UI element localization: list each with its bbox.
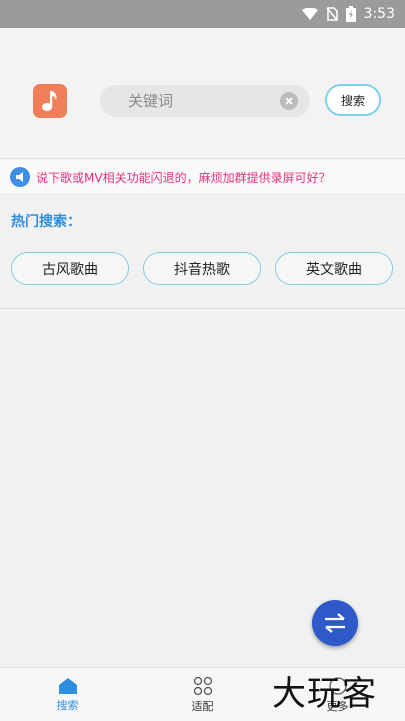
speaker-icon [10,167,30,187]
status-icons: 3:53 [301,0,395,28]
hot-chip-english[interactable]: 英文歌曲 [275,252,393,285]
notice-bar[interactable]: 说下歌或MV相关功能闪退的，麻烦加群提供录屏可好？ [0,160,405,195]
clear-button[interactable] [280,92,298,110]
watermark: 大玩客 [272,674,377,714]
hot-search-title: 热门搜索： [11,214,81,230]
nav-item-adapt[interactable]: 适配 [135,668,270,721]
header: 搜索 [0,28,405,159]
battery-charging-icon [345,6,356,22]
nav-label: 搜索 [56,698,79,712]
nav-label: 适配 [191,699,214,713]
no-sim-icon [325,7,338,21]
close-icon [285,97,293,105]
nav-item-search[interactable]: 搜索 [0,668,135,721]
hot-chip-gufeng[interactable]: 古风歌曲 [11,252,129,285]
search-box [100,85,310,117]
status-time: 3:53 [363,6,395,22]
music-note-icon [42,91,57,111]
swap-arrows-icon [325,613,345,633]
switch-fab[interactable] [312,600,358,646]
search-button[interactable]: 搜索 [325,84,381,116]
notice-text: 说下歌或MV相关功能闪退的，麻烦加群提供录屏可好？ [36,170,331,185]
status-bar: 3:53 [0,0,405,28]
hot-chip-douyin[interactable]: 抖音热歌 [143,252,261,285]
home-icon [58,677,77,694]
search-input[interactable] [128,85,278,117]
grid-circles-icon [193,676,212,695]
divider [0,308,405,309]
app-logo[interactable] [33,84,67,118]
wifi-icon [301,8,318,20]
